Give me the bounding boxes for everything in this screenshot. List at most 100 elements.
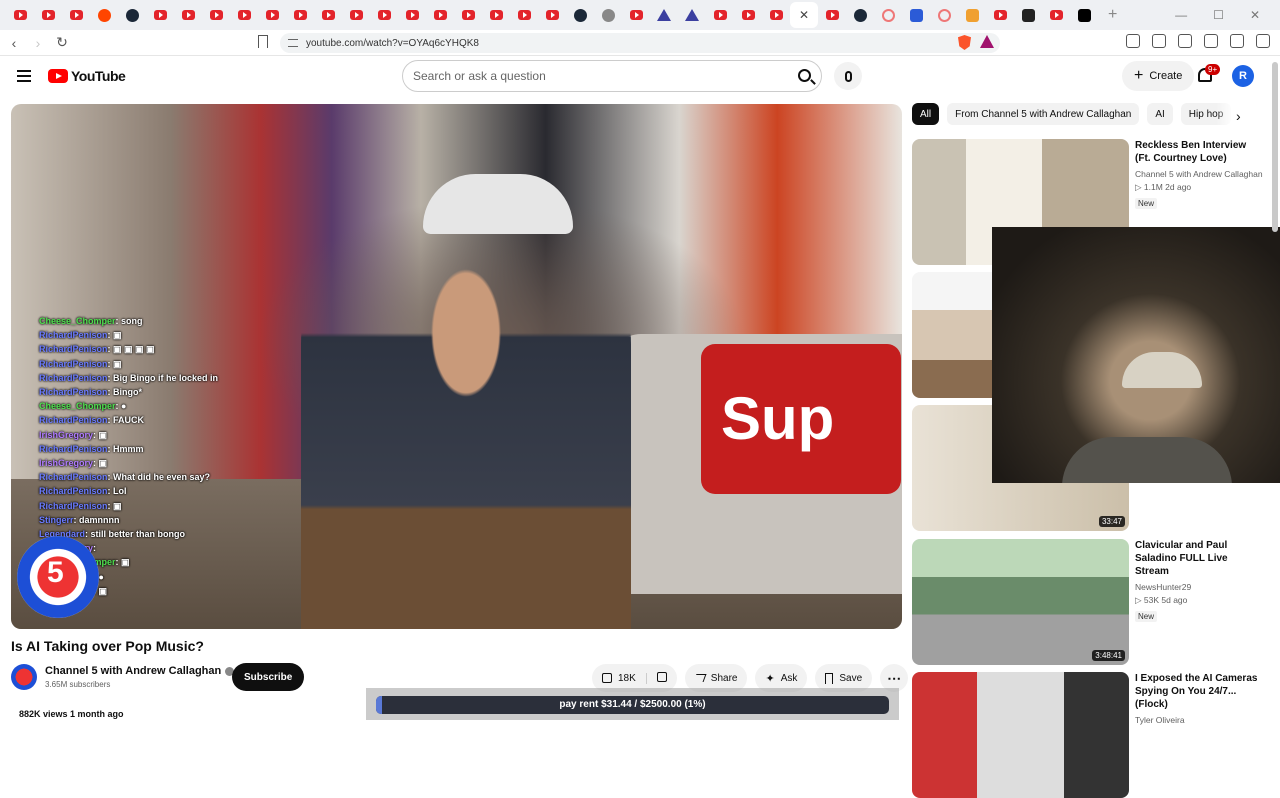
- close-window-icon[interactable]: ✕: [1250, 8, 1260, 22]
- chat-text: What did he even say?: [113, 472, 211, 483]
- like-button[interactable]: 18K: [592, 672, 647, 684]
- site-info-icon[interactable]: [288, 39, 298, 47]
- menu-icon[interactable]: [1256, 34, 1270, 48]
- maximize-icon[interactable]: ☐: [1213, 8, 1224, 22]
- hamburger-menu-icon[interactable]: [17, 70, 31, 82]
- browser-tab[interactable]: [678, 2, 706, 28]
- media-icon[interactable]: [1126, 34, 1140, 48]
- browser-tab[interactable]: [202, 2, 230, 28]
- chat-message: Cheese_Chomper: ●: [39, 399, 339, 413]
- browser-tab[interactable]: [1070, 2, 1098, 28]
- browser-tab[interactable]: [62, 2, 90, 28]
- youtube-logo[interactable]: YouTube: [48, 68, 126, 84]
- yt-favicon-icon: [629, 10, 643, 20]
- youtube-play-icon: [48, 69, 68, 83]
- search-input[interactable]: [413, 69, 783, 83]
- chat-text: ▣: [113, 358, 122, 369]
- sparkle-icon: ✦: [765, 672, 775, 685]
- create-button[interactable]: + Create: [1122, 61, 1195, 91]
- browser-tab[interactable]: [146, 2, 174, 28]
- browser-tab[interactable]: ✕: [790, 2, 818, 28]
- filter-chip[interactable]: From Channel 5 with Andrew Callaghan: [947, 103, 1140, 125]
- address-bar[interactable]: youtube.com/watch?v=OYAq6cYHQK8: [280, 33, 1000, 53]
- browser-tab[interactable]: [958, 2, 986, 28]
- browser-tab[interactable]: [874, 2, 902, 28]
- browser-tab[interactable]: [1042, 2, 1070, 28]
- vpn-icon[interactable]: [1230, 34, 1244, 48]
- browser-tab[interactable]: [902, 2, 930, 28]
- browser-tab[interactable]: [538, 2, 566, 28]
- browser-tab[interactable]: [1014, 2, 1042, 28]
- browser-tab[interactable]: [118, 2, 146, 28]
- new-tab-icon[interactable]: +: [1108, 6, 1117, 24]
- browser-tab[interactable]: [314, 2, 342, 28]
- browser-tab[interactable]: [90, 2, 118, 28]
- tab-close-icon[interactable]: ✕: [799, 8, 809, 22]
- brave-rewards-icon[interactable]: [980, 35, 994, 48]
- create-label: Create: [1149, 70, 1183, 82]
- browser-tab[interactable]: [650, 2, 678, 28]
- subscribe-button[interactable]: Subscribe: [232, 663, 305, 691]
- channel-name[interactable]: Channel 5 with Andrew Callaghan: [45, 665, 221, 677]
- back-icon[interactable]: ‹: [4, 35, 24, 51]
- blue-favicon-icon: [909, 8, 923, 22]
- leo-icon[interactable]: [1204, 34, 1218, 48]
- yt-favicon-icon: [181, 10, 195, 20]
- reload-icon[interactable]: ↻: [52, 34, 72, 51]
- browser-tab[interactable]: [846, 2, 874, 28]
- chat-message: Legendard: still better than bongo: [39, 527, 339, 541]
- browser-tab[interactable]: [34, 2, 62, 28]
- video-thumbnail[interactable]: [912, 672, 1129, 798]
- recommended-video[interactable]: I Exposed the AI Cameras Spying On You 2…: [912, 672, 1263, 798]
- chevron-right-icon[interactable]: ›: [1236, 108, 1241, 124]
- filter-chip[interactable]: All: [912, 103, 940, 125]
- video-thumbnail[interactable]: 3:48:41: [912, 539, 1129, 665]
- orange-favicon-icon: [965, 8, 979, 22]
- browser-tab[interactable]: [762, 2, 790, 28]
- browser-tab[interactable]: [986, 2, 1014, 28]
- video-channel-name[interactable]: Tyler Oliveira: [1135, 715, 1263, 725]
- browser-tab[interactable]: [930, 2, 958, 28]
- browser-tab[interactable]: [174, 2, 202, 28]
- browser-tab[interactable]: [370, 2, 398, 28]
- video-title-link[interactable]: Reckless Ben Interview (Ft. Courtney Lov…: [1135, 139, 1263, 165]
- browser-tab[interactable]: [454, 2, 482, 28]
- video-title-link[interactable]: I Exposed the AI Cameras Spying On You 2…: [1135, 672, 1263, 711]
- browser-tab[interactable]: [286, 2, 314, 28]
- browser-tab[interactable]: [398, 2, 426, 28]
- video-channel-name[interactable]: Channel 5 with Andrew Callaghan: [1135, 169, 1263, 179]
- x-favicon-icon: [1077, 8, 1091, 22]
- browser-tab[interactable]: [258, 2, 286, 28]
- bookmark-icon[interactable]: [258, 35, 268, 48]
- browser-tab[interactable]: [734, 2, 762, 28]
- browser-tab[interactable]: [706, 2, 734, 28]
- browser-tab[interactable]: [230, 2, 258, 28]
- channel-name-row[interactable]: Channel 5 with Andrew Callaghan: [45, 665, 235, 677]
- video-channel-name[interactable]: NewsHunter29: [1135, 582, 1263, 592]
- channel-avatar[interactable]: [11, 664, 37, 690]
- browser-tab[interactable]: [622, 2, 650, 28]
- account-avatar[interactable]: R: [1232, 65, 1254, 87]
- dislike-button[interactable]: [647, 671, 677, 685]
- chat-text: ▣: [98, 429, 108, 440]
- forward-icon[interactable]: ›: [28, 35, 48, 51]
- page-scrollbar[interactable]: [1272, 62, 1278, 232]
- filter-chip[interactable]: AI: [1147, 103, 1173, 125]
- browser-tab[interactable]: [818, 2, 846, 28]
- browser-tab[interactable]: [594, 2, 622, 28]
- wallet-icon[interactable]: [1178, 34, 1192, 48]
- search-icon[interactable]: [798, 69, 811, 82]
- browser-tab[interactable]: [342, 2, 370, 28]
- voice-search-button[interactable]: [834, 62, 862, 90]
- browser-tab[interactable]: [510, 2, 538, 28]
- minimize-icon[interactable]: —: [1175, 8, 1187, 22]
- video-player[interactable]: Sup Cheese_Chomper: song RichardPenison: …: [11, 104, 902, 629]
- sidebar-icon[interactable]: [1152, 34, 1166, 48]
- browser-tab[interactable]: [482, 2, 510, 28]
- browser-tab[interactable]: [566, 2, 594, 28]
- video-title-link[interactable]: Clavicular and Paul Saladino FULL Live S…: [1135, 539, 1263, 578]
- browser-tab[interactable]: [426, 2, 454, 28]
- circ-favicon-icon: [937, 8, 951, 22]
- browser-tab[interactable]: [6, 2, 34, 28]
- recommended-video[interactable]: 3:48:41 Clavicular and Paul Saladino FULL…: [912, 539, 1263, 665]
